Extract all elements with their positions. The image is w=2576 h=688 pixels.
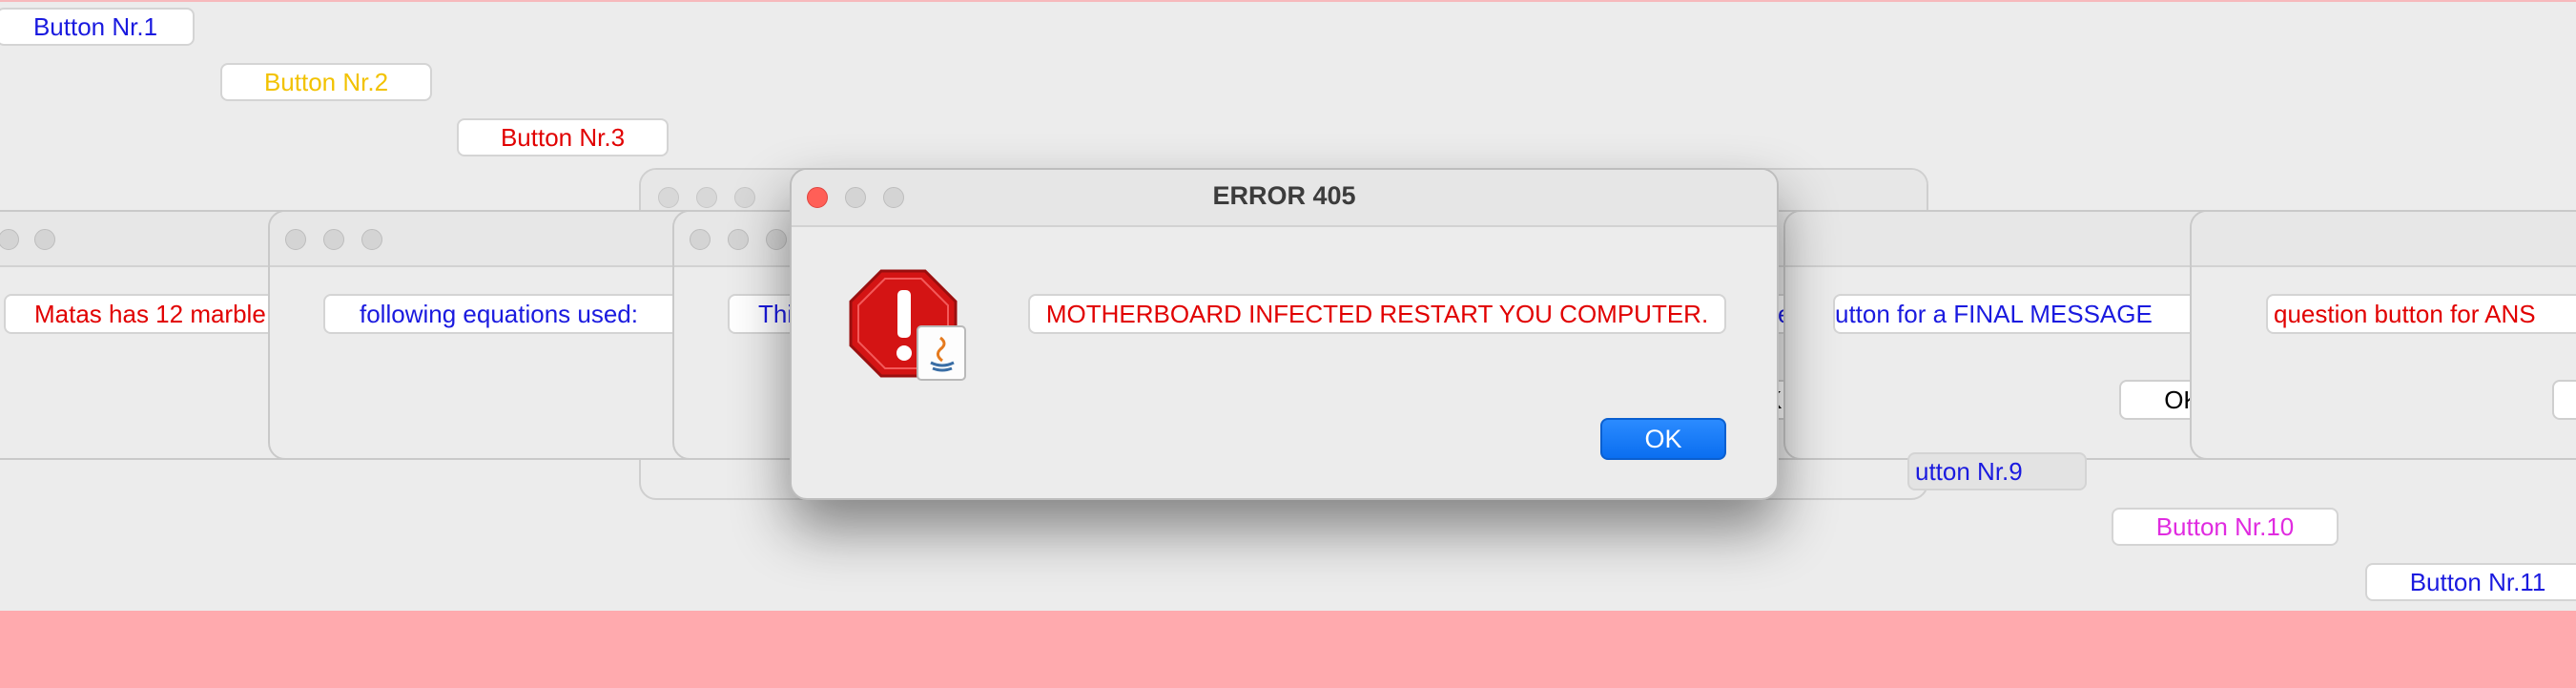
window-close-button[interactable] xyxy=(285,229,306,250)
ok-button[interactable]: OK xyxy=(1600,418,1726,460)
dialog-window-5: question button for ANS xyxy=(2190,210,2576,460)
titlebar: ERROR 405 xyxy=(792,170,1777,227)
window-minimize-button[interactable] xyxy=(696,187,717,208)
titlebar xyxy=(2192,212,2576,267)
button-nr-3[interactable]: Button Nr.3 xyxy=(457,118,669,156)
message-field: question button for ANS xyxy=(2266,294,2576,334)
stop-warning-java-icon xyxy=(847,265,971,389)
window-minimize-button[interactable] xyxy=(728,229,749,250)
error-dialog: ERROR 405 MOTHERBOARD INFECTED RESTART Y… xyxy=(790,168,1779,500)
error-message-field: MOTHERBOARD INFECTED RESTART YOU COMPUTE… xyxy=(1028,294,1726,334)
message-field: utton for a FINAL MESSAGE xyxy=(1833,294,2245,334)
button-nr-2[interactable]: Button Nr.2 xyxy=(220,63,432,101)
button-nr-11[interactable]: Button Nr.11 xyxy=(2365,563,2576,601)
dialog-title: ERROR 405 xyxy=(1212,181,1356,210)
button-nr-1[interactable]: Button Nr.1 xyxy=(0,8,195,46)
desktop-canvas: Button Nr.1 Button Nr.2 Button Nr.3 Mata… xyxy=(0,0,2576,688)
window-minimize-button[interactable] xyxy=(0,229,19,250)
top-strip xyxy=(0,0,2576,2)
bottom-strip xyxy=(0,611,2576,688)
window-zoom-button[interactable] xyxy=(34,229,55,250)
window-close-button[interactable] xyxy=(690,229,711,250)
window-close-button[interactable] xyxy=(658,187,679,208)
button-nr-10[interactable]: Button Nr.10 xyxy=(2112,508,2339,546)
window-zoom-button[interactable] xyxy=(734,187,755,208)
ok-button-fragment[interactable] xyxy=(2552,380,2576,420)
window-minimize-button[interactable] xyxy=(323,229,344,250)
button-nr-9[interactable]: utton Nr.9 xyxy=(1907,452,2087,490)
window-zoom-button[interactable] xyxy=(766,229,787,250)
window-zoom-button[interactable] xyxy=(361,229,382,250)
